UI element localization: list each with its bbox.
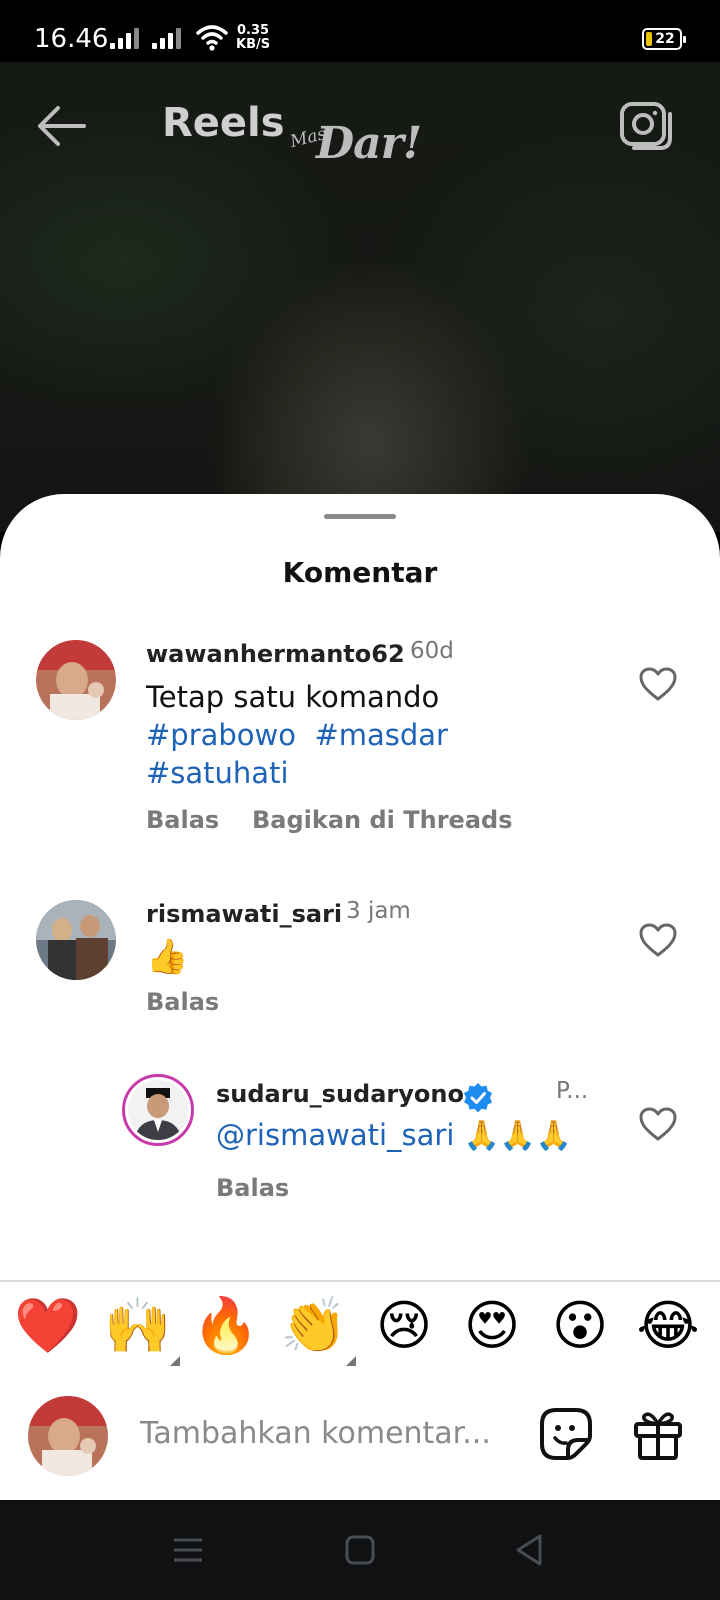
comment-body: 👍 (146, 937, 189, 977)
comment-input[interactable]: Tambahkan komentar... (140, 1416, 491, 1451)
logo-large-text: Dar! (316, 118, 422, 169)
comment-time: 60d (410, 638, 454, 664)
reply-button[interactable]: Balas (146, 806, 219, 834)
avatar-story-ring[interactable] (122, 1074, 194, 1146)
emoji-heart[interactable]: ❤️ (12, 1290, 84, 1362)
hashtag-link[interactable]: #satuhati (146, 756, 289, 790)
gift-icon[interactable] (630, 1406, 686, 1462)
reply-button[interactable]: Balas (216, 1174, 289, 1202)
hashtag-link[interactable]: #prabowo (146, 718, 296, 752)
heart-icon[interactable] (638, 922, 678, 958)
camera-icon[interactable] (618, 100, 674, 152)
wifi-icon (196, 25, 228, 51)
sheet-title: Komentar (282, 556, 438, 589)
net-speed: 0.35 KB/S (236, 24, 270, 52)
signal-icon-sim2 (152, 28, 181, 49)
verified-badge-icon (464, 1083, 492, 1113)
sticker-icon[interactable] (538, 1406, 594, 1462)
comment-input-bar: Tambahkan komentar... (0, 1386, 720, 1500)
reply-username[interactable]: sudaru_sudaryono (216, 1080, 464, 1108)
share-threads-button[interactable]: Bagikan di Threads (252, 806, 512, 834)
emoji-clapping[interactable]: 👏 (278, 1290, 356, 1366)
comment-body: Tetap satu komando (146, 680, 440, 714)
avatar[interactable] (36, 640, 116, 720)
emoji-heart-eyes[interactable]: 😍 (456, 1290, 528, 1362)
menu-icon[interactable] (168, 1532, 208, 1568)
emoji-glyph: 🙌 (104, 1294, 172, 1357)
skin-tone-indicator (170, 1356, 180, 1366)
reply-time: P... (556, 1078, 589, 1104)
emoji-quick-bar: ❤️ 🙌 🔥 👏 😢 😍 😮 😂 (0, 1290, 720, 1370)
signal-icon-sim1 (110, 28, 139, 49)
reels-title: Reels (162, 100, 285, 146)
back-triangle-icon[interactable] (510, 1532, 550, 1568)
reply-body: 🙏🙏🙏 (463, 1118, 572, 1152)
heart-icon[interactable] (638, 1106, 678, 1142)
emoji-crying[interactable]: 😢 (368, 1290, 440, 1362)
comment-text: Tetap satu komando #prabowo #masdar #sat… (146, 678, 586, 792)
home-square-icon[interactable] (340, 1532, 380, 1568)
comment-time: 3 jam (346, 898, 411, 924)
net-speed-unit: KB/S (236, 37, 271, 52)
mention-link[interactable]: @rismawati_sari (216, 1118, 454, 1152)
reply-button[interactable]: Balas (146, 988, 219, 1016)
emoji-raising-hands[interactable]: 🙌 (102, 1290, 180, 1366)
battery-icon: 22 (642, 28, 686, 50)
emoji-fire[interactable]: 🔥 (190, 1290, 262, 1362)
emoji-glyph: 👏 (280, 1294, 348, 1357)
heart-icon[interactable] (638, 666, 678, 702)
system-nav-bar (0, 1500, 720, 1600)
drag-handle[interactable] (324, 514, 396, 519)
comment-username[interactable]: wawanhermanto62 (146, 640, 405, 668)
status-time: 16.46 (34, 24, 109, 54)
divider (0, 1280, 720, 1282)
reply-text: @rismawati_sari 🙏🙏🙏 (216, 1116, 572, 1154)
emoji-laughing[interactable]: 😂 (632, 1290, 704, 1362)
battery-level: 22 (655, 31, 675, 47)
net-speed-value: 0.35 (237, 23, 270, 38)
avatar[interactable] (36, 900, 116, 980)
back-arrow-icon[interactable] (36, 104, 88, 148)
my-avatar (28, 1396, 108, 1476)
skin-tone-indicator (346, 1356, 356, 1366)
hashtag-link[interactable]: #masdar (314, 718, 448, 752)
emoji-surprised[interactable]: 😮 (544, 1290, 616, 1362)
comment-username[interactable]: rismawati_sari (146, 900, 342, 928)
